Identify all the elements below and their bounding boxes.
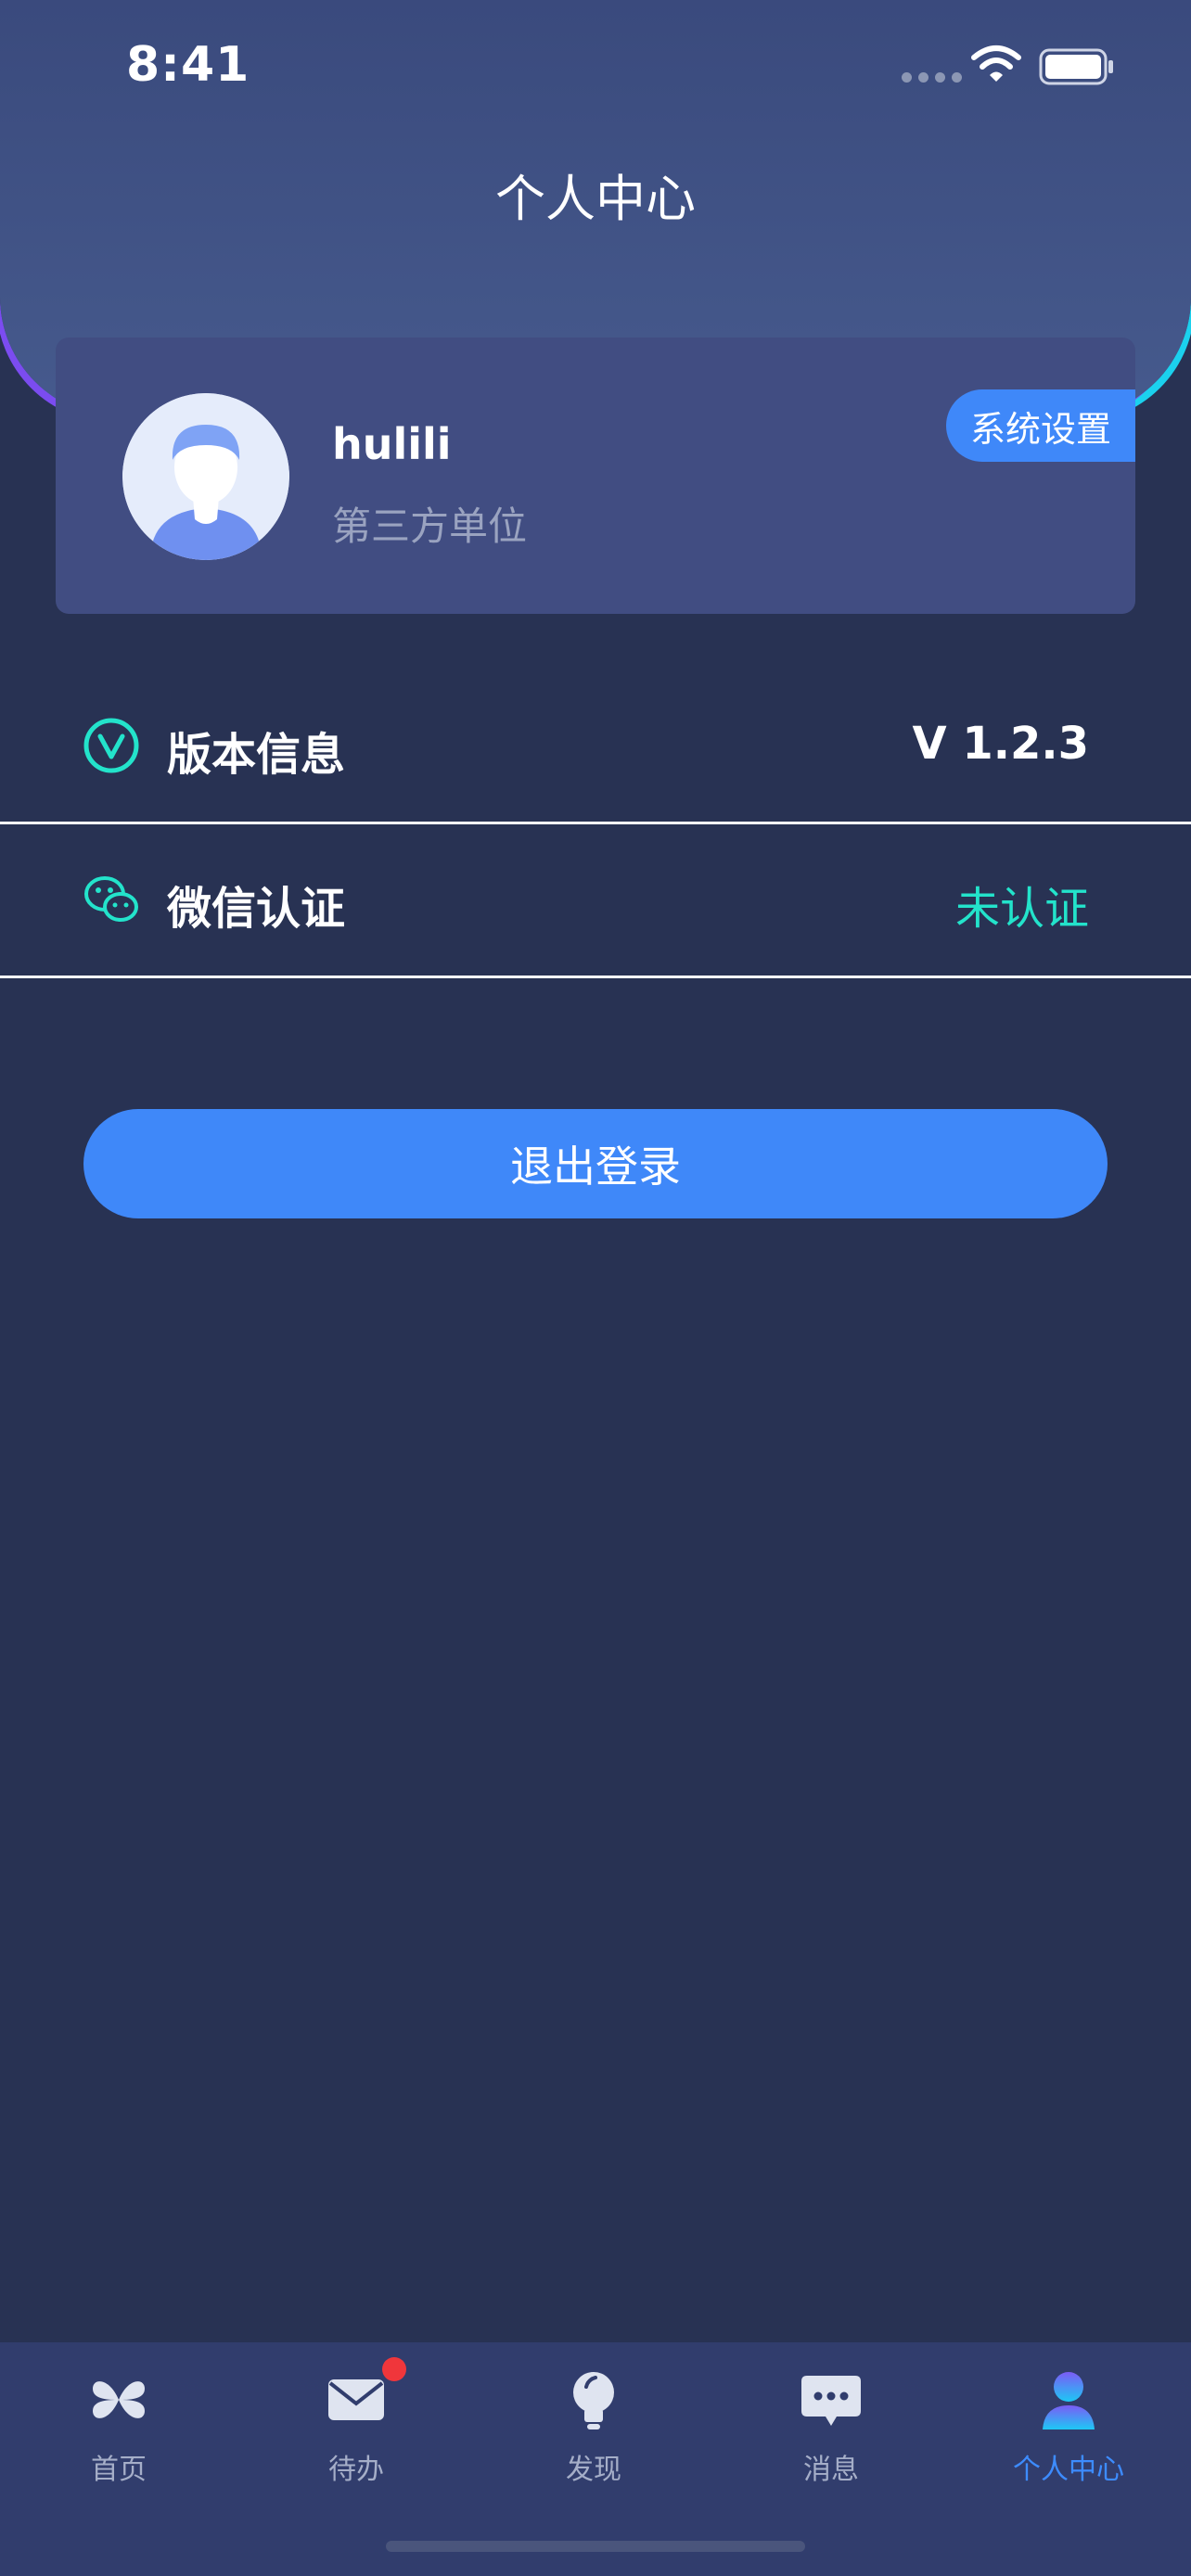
chat-icon [801, 2376, 861, 2426]
logout-button[interactable]: 退出登录 [83, 1109, 1108, 1218]
wifi-icon [971, 45, 1021, 82]
tab-profile-label: 个人中心 [1013, 2454, 1124, 2486]
tab-discover-label: 发现 [566, 2454, 621, 2486]
wechat-icon [84, 876, 138, 922]
tab-discover[interactable]: 发现 [475, 2363, 712, 2511]
version-info-row[interactable]: 版本信息 V 1.2.3 [0, 670, 1191, 824]
wechat-auth-label: 微信认证 [167, 883, 346, 935]
bulb-icon [573, 2372, 614, 2429]
username: hulili [332, 419, 452, 469]
version-value: V 1.2.3 [912, 718, 1089, 770]
tab-home[interactable]: 首页 [0, 2363, 237, 2511]
notification-badge [382, 2357, 406, 2381]
signal-icon [902, 72, 962, 83]
person-icon [1043, 2372, 1095, 2429]
page-title: 个人中心 [495, 170, 696, 228]
status-time: 8:41 [126, 37, 250, 93]
tab-messages-label: 消息 [803, 2454, 859, 2486]
avatar[interactable] [122, 393, 289, 560]
wechat-auth-row[interactable]: 微信认证 未认证 [0, 823, 1191, 978]
grid-icon [93, 2381, 145, 2418]
avatar-icon [122, 393, 289, 560]
wechat-auth-status: 未认证 [954, 883, 1089, 935]
tab-home-label: 首页 [91, 2454, 147, 2486]
tab-messages[interactable]: 消息 [712, 2363, 950, 2511]
version-info-label: 版本信息 [167, 729, 346, 781]
profile-card: hulili 第三方单位 系统设置 [56, 338, 1135, 614]
tab-todo[interactable]: 待办 [237, 2357, 475, 2511]
tab-todo-label: 待办 [328, 2454, 384, 2486]
tab-profile[interactable]: 个人中心 [950, 2363, 1187, 2511]
version-check-icon [83, 718, 139, 773]
system-settings-button[interactable]: 系统设置 [946, 389, 1135, 462]
battery-icon [1039, 48, 1113, 85]
home-indicator [386, 2541, 805, 2552]
organization: 第三方单位 [332, 504, 528, 549]
